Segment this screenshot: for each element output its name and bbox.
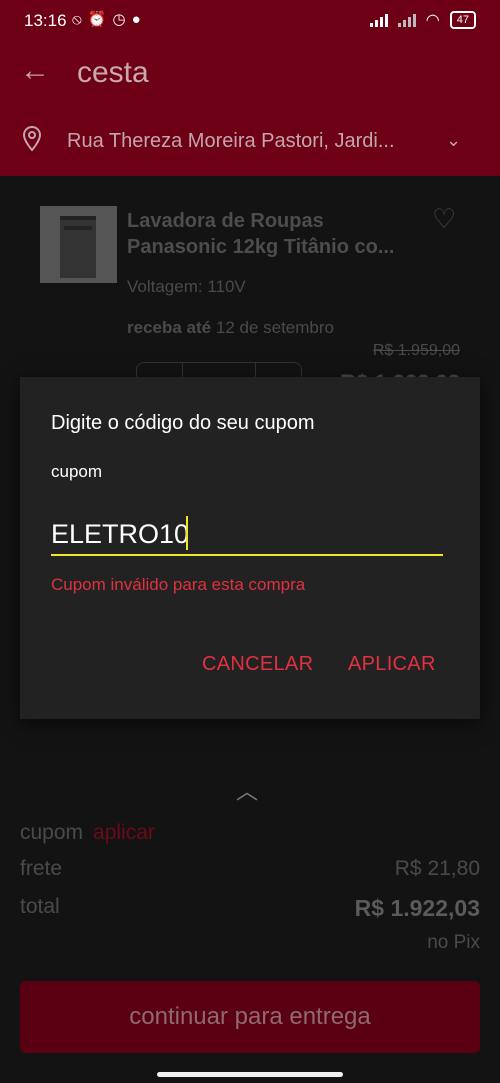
- cupom-row: cupom aplicar: [20, 821, 480, 845]
- back-arrow-icon[interactable]: ←: [20, 54, 50, 88]
- total-value: R$ 1.922,03: [354, 895, 480, 921]
- continue-button[interactable]: continuar para entrega: [20, 981, 480, 1053]
- app-notification-icon: ●: [131, 11, 147, 28]
- total-label: total: [20, 895, 60, 918]
- clock-icon: ◷: [112, 11, 132, 28]
- heart-icon[interactable]: ♡: [432, 204, 456, 235]
- status-time: 13:16: [24, 11, 67, 30]
- apply-button[interactable]: APLICAR: [348, 653, 436, 676]
- text-cursor: [186, 516, 188, 550]
- product-name[interactable]: Lavadora de Roupas Panasonic 12kg Titâni…: [127, 208, 427, 260]
- cancel-button[interactable]: CANCELAR: [202, 653, 313, 676]
- delivery-prefix: receba até: [127, 318, 212, 337]
- location-pin-icon: [22, 126, 42, 152]
- delivery-date: 12 de setembro: [215, 318, 334, 337]
- signal-2-icon: [397, 13, 416, 27]
- chevron-up-icon[interactable]: ︿: [236, 774, 258, 806]
- product-voltage: Voltagem: 110V: [127, 277, 246, 296]
- battery-icon: 47: [449, 11, 476, 29]
- coupon-error-message: Cupom inválido para esta compra: [51, 575, 306, 594]
- wifi-icon: ◠: [425, 12, 440, 29]
- alarm-icon: ⏰: [87, 11, 113, 28]
- total-row: total R$ 1.922,03: [20, 895, 480, 921]
- cupom-label: cupom: [20, 821, 84, 844]
- page-title: cesta: [77, 56, 149, 89]
- notification-icons: ⦸⏰◷●: [72, 10, 147, 28]
- washer-image: [60, 216, 96, 278]
- frete-value: R$ 21,80: [394, 857, 480, 880]
- dialog-title: Digite o código do seu cupom: [51, 412, 315, 434]
- app-bar: ← cesta Rua Thereza Moreira Pastori, Jar…: [0, 40, 500, 176]
- delivery-estimate: receba até 12 de setembro: [127, 318, 334, 338]
- apply-cupom-link[interactable]: aplicar: [93, 821, 155, 844]
- coupon-input[interactable]: [51, 514, 443, 556]
- old-price: R$ 1.959,00: [372, 342, 460, 359]
- status-bar: 13:16 ⦸⏰◷● ◠ 47: [0, 0, 500, 40]
- signal-icon: [369, 13, 388, 27]
- system-icons: ◠ 47: [369, 10, 476, 30]
- frete-label: frete: [20, 857, 63, 880]
- payment-note: no Pix: [427, 932, 480, 953]
- chevron-down-icon[interactable]: ⌄: [446, 130, 461, 151]
- product-image[interactable]: [40, 206, 117, 283]
- mute-icon: ⦸: [72, 11, 88, 28]
- home-indicator[interactable]: [157, 1072, 343, 1077]
- coupon-dialog: Digite o código do seu cupom cupom Cupom…: [20, 377, 480, 719]
- coupon-field-label: cupom: [51, 462, 103, 481]
- frete-row: frete R$ 21,80: [20, 857, 480, 881]
- delivery-address[interactable]: Rua Thereza Moreira Pastori, Jardi...: [67, 130, 437, 153]
